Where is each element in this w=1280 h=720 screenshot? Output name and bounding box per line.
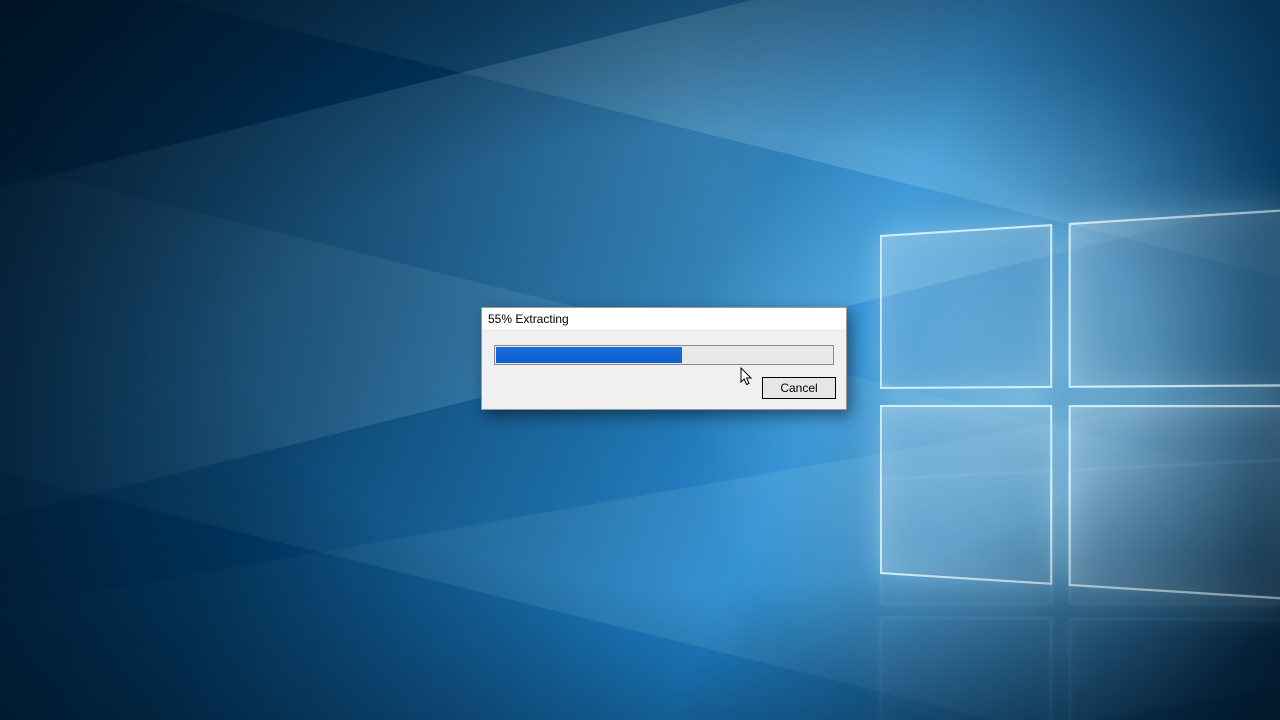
dialog-titlebar[interactable]: 55% Extracting [482,308,846,331]
light-ray [0,373,1280,720]
light-ray [38,0,1280,306]
progress-bar [494,345,834,365]
windows-logo-reflection-icon [880,458,1280,720]
dialog-title: 55% Extracting [488,312,569,326]
cancel-button[interactable]: Cancel [762,377,836,399]
windows-logo-icon [880,208,1280,601]
extracting-dialog: 55% Extracting Cancel [481,307,847,410]
light-ray [0,0,1280,533]
light-ray [0,147,1280,720]
cancel-button-label: Cancel [780,381,817,395]
desktop-wallpaper: 55% Extracting Cancel [0,0,1280,720]
progress-bar-fill [496,347,682,363]
